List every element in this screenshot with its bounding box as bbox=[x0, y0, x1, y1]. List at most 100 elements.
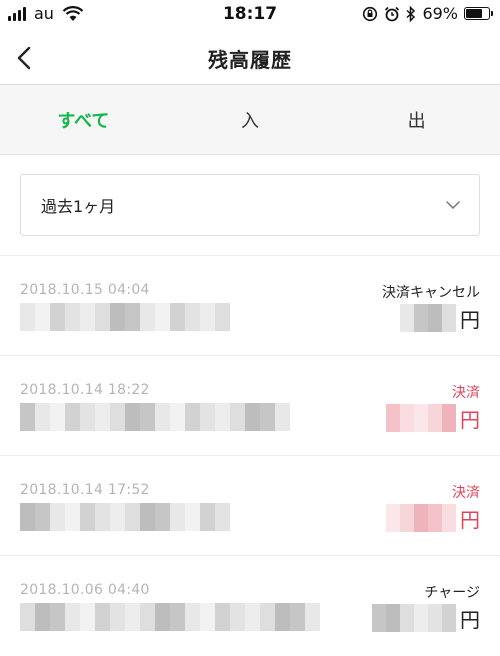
mask-cell bbox=[400, 304, 414, 332]
transaction-date: 2018.10.15 04:04 bbox=[20, 282, 150, 298]
currency-unit: 円 bbox=[460, 607, 480, 632]
status-bar: au 18:17 69% bbox=[0, 0, 500, 30]
mask-cell bbox=[200, 403, 215, 431]
mask-cell bbox=[290, 603, 305, 631]
mask-cell bbox=[170, 603, 185, 631]
mask-cell bbox=[125, 503, 140, 531]
transaction-row[interactable]: 2018.10.14 18:22 決済 円 bbox=[0, 356, 500, 456]
mask-cell bbox=[442, 304, 456, 332]
mask-cell bbox=[125, 303, 140, 331]
mask-cell bbox=[215, 403, 230, 431]
mask-cell bbox=[170, 303, 185, 331]
merchant-name-masked bbox=[20, 303, 230, 331]
tab-all[interactable]: すべて bbox=[0, 85, 167, 154]
mask-cell bbox=[155, 603, 170, 631]
orientation-lock-icon bbox=[363, 6, 378, 21]
mask-cell bbox=[35, 303, 50, 331]
mask-cell bbox=[275, 603, 290, 631]
mask-cell bbox=[35, 603, 50, 631]
period-select[interactable]: 過去1ヶ月 bbox=[20, 174, 480, 236]
mask-cell bbox=[155, 403, 170, 431]
mask-cell bbox=[260, 403, 275, 431]
merchant-name-masked bbox=[20, 603, 320, 631]
mask-cell bbox=[428, 304, 442, 332]
mask-cell bbox=[185, 503, 200, 531]
amount-masked bbox=[400, 304, 456, 332]
chevron-down-icon bbox=[446, 201, 460, 210]
mask-cell bbox=[442, 604, 456, 632]
mask-cell bbox=[110, 603, 125, 631]
transaction-date: 2018.10.14 18:22 bbox=[20, 382, 150, 398]
mask-cell bbox=[95, 603, 110, 631]
mask-cell bbox=[400, 404, 414, 432]
mask-cell bbox=[260, 603, 275, 631]
transaction-amount: 円 bbox=[372, 603, 480, 633]
mask-cell bbox=[20, 303, 35, 331]
mask-cell bbox=[95, 503, 110, 531]
mask-cell bbox=[50, 503, 65, 531]
mask-cell bbox=[414, 504, 428, 532]
mask-cell bbox=[110, 403, 125, 431]
mask-cell bbox=[215, 303, 230, 331]
merchant-name-masked bbox=[20, 503, 230, 531]
mask-cell bbox=[80, 403, 95, 431]
transaction-row[interactable]: 2018.10.06 04:40 チャージ 円 bbox=[0, 556, 500, 656]
transaction-type: 決済 bbox=[452, 385, 480, 401]
mask-cell bbox=[372, 604, 386, 632]
mask-cell bbox=[428, 404, 442, 432]
mask-cell bbox=[35, 403, 50, 431]
transaction-type: 決済キャンセル bbox=[382, 285, 480, 301]
battery-percentage: 69% bbox=[422, 4, 458, 23]
mask-cell bbox=[305, 603, 320, 631]
mask-cell bbox=[200, 303, 215, 331]
transaction-amount: 円 bbox=[400, 303, 480, 333]
mask-cell bbox=[35, 503, 50, 531]
mask-cell bbox=[140, 303, 155, 331]
tab-outgoing[interactable]: 出 bbox=[333, 85, 500, 154]
page-title: 残高履歴 bbox=[208, 48, 292, 72]
mask-cell bbox=[125, 403, 140, 431]
mask-cell bbox=[200, 503, 215, 531]
bluetooth-icon bbox=[406, 5, 416, 22]
alarm-icon bbox=[385, 6, 400, 21]
transaction-type: 決済 bbox=[452, 485, 480, 501]
mask-cell bbox=[80, 603, 95, 631]
mask-cell bbox=[110, 303, 125, 331]
mask-cell bbox=[65, 603, 80, 631]
mask-cell bbox=[200, 603, 215, 631]
mask-cell bbox=[442, 504, 456, 532]
transaction-date: 2018.10.06 04:40 bbox=[20, 582, 150, 598]
mask-cell bbox=[95, 403, 110, 431]
transaction-row[interactable]: 2018.10.14 17:52 決済 円 bbox=[0, 456, 500, 556]
mask-cell bbox=[230, 403, 245, 431]
mask-cell bbox=[245, 403, 260, 431]
mask-cell bbox=[80, 303, 95, 331]
mask-cell bbox=[140, 403, 155, 431]
amount-masked bbox=[386, 404, 456, 432]
battery-icon bbox=[464, 7, 493, 20]
mask-cell bbox=[155, 503, 170, 531]
mask-cell bbox=[414, 404, 428, 432]
mask-cell bbox=[215, 603, 230, 631]
amount-masked bbox=[372, 604, 456, 632]
mask-cell bbox=[125, 603, 140, 631]
transaction-date: 2018.10.14 17:52 bbox=[20, 482, 150, 498]
filter-tabs: すべて 入 出 bbox=[0, 85, 500, 155]
mask-cell bbox=[185, 303, 200, 331]
mask-cell bbox=[386, 504, 400, 532]
mask-cell bbox=[442, 404, 456, 432]
transaction-list: 2018.10.15 04:04 決済キャンセル 円 2018.10.14 18… bbox=[0, 256, 500, 656]
mask-cell bbox=[428, 604, 442, 632]
transaction-row[interactable]: 2018.10.15 04:04 決済キャンセル 円 bbox=[0, 256, 500, 356]
status-right: 69% bbox=[362, 4, 493, 23]
tab-incoming[interactable]: 入 bbox=[167, 85, 334, 154]
mask-cell bbox=[65, 303, 80, 331]
mask-cell bbox=[386, 604, 400, 632]
mask-cell bbox=[20, 603, 35, 631]
currency-unit: 円 bbox=[460, 407, 480, 432]
mask-cell bbox=[140, 603, 155, 631]
currency-unit: 円 bbox=[460, 307, 480, 332]
mask-cell bbox=[155, 303, 170, 331]
mask-cell bbox=[414, 604, 428, 632]
transaction-amount: 円 bbox=[386, 503, 480, 533]
